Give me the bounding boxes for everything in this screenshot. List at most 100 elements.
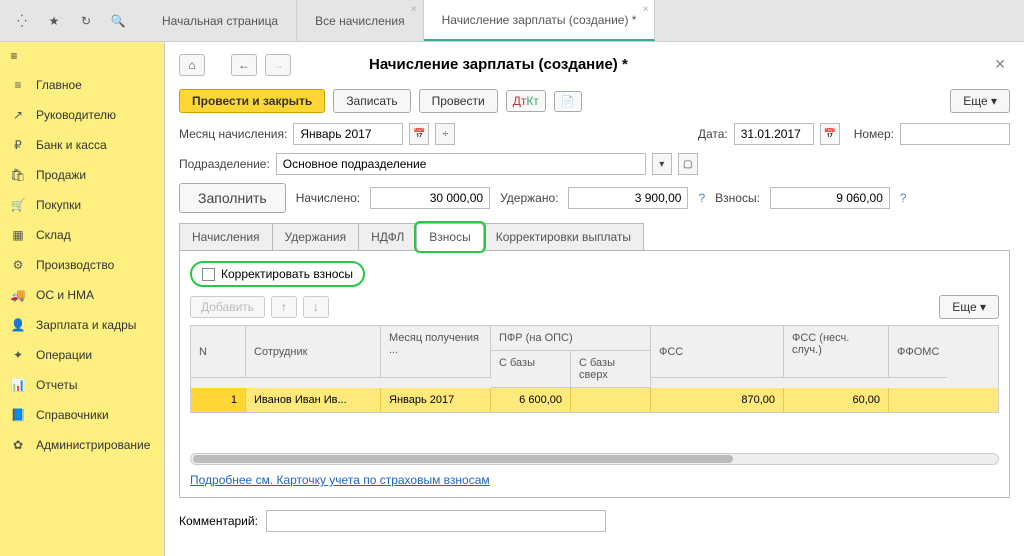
content-area: ⌂ ← → Начисление зарплаты (создание) * ✕…	[165, 42, 1024, 556]
top-tab[interactable]: Все начисления×	[297, 0, 424, 41]
write-button[interactable]: Записать	[333, 89, 410, 113]
inner-tab[interactable]: Начисления	[179, 223, 273, 251]
sidebar-item[interactable]: ≡ Главное	[0, 70, 164, 100]
sidebar-item[interactable]: 🛒 Покупки	[0, 190, 164, 220]
accrued-field[interactable]	[370, 187, 490, 209]
star-icon[interactable]: ★	[40, 7, 68, 35]
date-field[interactable]	[734, 123, 814, 145]
close-icon[interactable]: ✕	[990, 52, 1010, 77]
table-row[interactable]: 1 Иванов Иван Ив... Январь 2017 6 600,00…	[191, 388, 998, 412]
sidebar-icon: 👤	[10, 318, 26, 332]
sidebar-item[interactable]: 📘Справочники	[0, 400, 164, 430]
sidebar-icon: 🚚	[10, 288, 26, 302]
col-pfr-base[interactable]: С базы	[491, 351, 571, 388]
fill-button[interactable]: Заполнить	[179, 183, 286, 213]
sidebar-label: Отчеты	[36, 378, 77, 392]
sidebar-label: Администрирование	[36, 438, 150, 452]
help-icon[interactable]: ?	[900, 191, 907, 205]
h-scrollbar[interactable]	[190, 453, 999, 465]
dept-label: Подразделение:	[179, 157, 270, 171]
inner-tab[interactable]: Удержания	[272, 223, 360, 251]
table-more-button[interactable]: Еще ▾	[939, 295, 999, 319]
date-picker-icon[interactable]: 📅	[820, 123, 840, 145]
sidebar-icon: ↗	[10, 108, 26, 122]
down-button[interactable]: ↓	[303, 296, 329, 318]
post-button[interactable]: Провести	[419, 89, 498, 113]
inner-tab[interactable]: НДФЛ	[358, 223, 417, 251]
sidebar-item[interactable]: ₽Банк и касса	[0, 130, 164, 160]
sidebar-menu-icon[interactable]: ≡	[0, 42, 28, 70]
inner-tab[interactable]: Корректировки выплаты	[483, 223, 644, 251]
sidebar-label: Продажи	[36, 168, 86, 182]
contributions-table: N Сотрудник Месяц получения ... ПФР (на …	[190, 325, 999, 413]
sidebar-item[interactable]: ✿Администрирование	[0, 430, 164, 460]
sidebar-icon: 📊	[10, 378, 26, 392]
sidebar-label: Руководителю	[36, 108, 116, 122]
correct-contrib-label: Корректировать взносы	[221, 267, 353, 281]
history-icon[interactable]: ↻	[72, 7, 100, 35]
sidebar-item[interactable]: 🛍 Продажи	[0, 160, 164, 190]
correct-contrib-checkbox[interactable]	[202, 268, 215, 281]
col-employee[interactable]: Сотрудник	[246, 326, 381, 378]
comment-field[interactable]	[266, 510, 606, 532]
sidebar-icon: ₽	[10, 138, 26, 152]
col-pfr[interactable]: ПФР (на ОПС)	[491, 326, 651, 351]
sidebar-item[interactable]: ⚙Производство	[0, 250, 164, 280]
sidebar-item[interactable]: ↗ Руководителю	[0, 100, 164, 130]
top-toolbar: ⁛ ★ ↻ 🔍 Начальная страницаВсе начисления…	[0, 0, 1024, 42]
sidebar-label: Зарплата и кадры	[36, 318, 136, 332]
help-icon[interactable]: ?	[698, 191, 705, 205]
held-field[interactable]	[568, 187, 688, 209]
comment-label: Комментарий:	[179, 514, 258, 528]
post-close-button[interactable]: Провести и закрыть	[179, 89, 325, 113]
sidebar-item[interactable]: 🚚ОС и НМА	[0, 280, 164, 310]
col-fss-ns[interactable]: ФСС (несч. случ.)	[784, 326, 889, 378]
month-picker-icon[interactable]: 📅	[409, 123, 429, 145]
sidebar-label: Главное	[36, 78, 82, 92]
month-label: Месяц начисления:	[179, 127, 287, 141]
dept-open-icon[interactable]: ▢	[678, 153, 698, 175]
contrib-label: Взносы:	[715, 191, 760, 205]
back-button[interactable]: ←	[231, 54, 257, 76]
col-ffoms[interactable]: ФФОМС	[889, 326, 947, 378]
sidebar-label: Покупки	[36, 198, 81, 212]
apps-icon[interactable]: ⁛	[8, 7, 36, 35]
col-n[interactable]: N	[191, 326, 246, 378]
more-button[interactable]: Еще ▾	[950, 89, 1010, 113]
search-icon[interactable]: 🔍	[104, 7, 132, 35]
dept-field[interactable]	[276, 153, 646, 175]
details-link[interactable]: Подробнее см. Карточку учета по страховы…	[190, 473, 490, 487]
dtct-icon[interactable]: ДтКт	[506, 90, 546, 112]
sidebar-icon: 🛒	[10, 198, 26, 212]
number-field[interactable]	[900, 123, 1010, 145]
sidebar-item[interactable]: ▦ Склад	[0, 220, 164, 250]
top-tab[interactable]: Начисление зарплаты (создание) *×	[424, 0, 656, 41]
sidebar-label: Склад	[36, 228, 71, 242]
inner-tab[interactable]: Взносы	[416, 223, 483, 251]
sidebar-label: Производство	[36, 258, 114, 272]
attach-icon[interactable]: 📄	[554, 91, 582, 112]
close-icon[interactable]: ×	[643, 4, 649, 15]
col-fss[interactable]: ФСС	[651, 326, 784, 378]
home-button[interactable]: ⌂	[179, 54, 205, 76]
forward-button[interactable]: →	[265, 54, 291, 76]
add-button[interactable]: Добавить	[190, 296, 265, 318]
month-stepper[interactable]: ÷	[435, 123, 455, 145]
month-field[interactable]	[293, 123, 403, 145]
sidebar-icon: ≡	[10, 78, 26, 92]
top-tab[interactable]: Начальная страница	[144, 0, 297, 41]
contrib-field[interactable]	[770, 187, 890, 209]
sidebar-icon: ▦	[10, 228, 26, 242]
sidebar-item[interactable]: 📊 Отчеты	[0, 370, 164, 400]
sidebar-item[interactable]: ✦Операции	[0, 340, 164, 370]
accrued-label: Начислено:	[296, 191, 360, 205]
page-title: Начисление зарплаты (создание) *	[369, 56, 628, 73]
sidebar-icon: 🛍	[10, 168, 26, 182]
close-icon[interactable]: ×	[411, 4, 417, 15]
sidebar-icon: ✦	[10, 348, 26, 362]
sidebar-item[interactable]: 👤 Зарплата и кадры	[0, 310, 164, 340]
up-button[interactable]: ↑	[271, 296, 297, 318]
col-pfr-over[interactable]: С базы сверх	[571, 351, 651, 388]
dept-dropdown-icon[interactable]: ▾	[652, 153, 672, 175]
col-month[interactable]: Месяц получения ...	[381, 326, 491, 378]
